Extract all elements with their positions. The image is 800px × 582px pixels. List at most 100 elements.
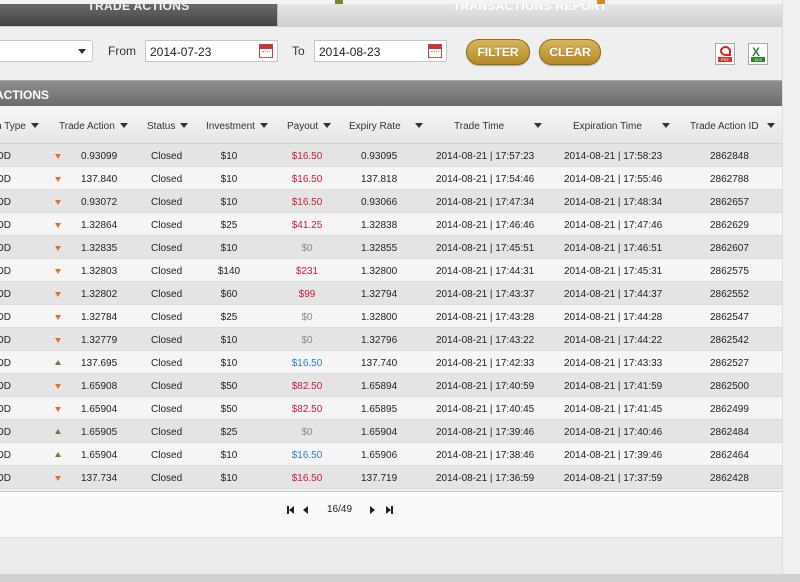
clear-button[interactable]: CLEAR [539, 39, 601, 65]
cell-trade-action-id: 2862527 [710, 358, 749, 369]
cell-status: Closed [151, 358, 183, 369]
column-header-status[interactable]: Status [147, 121, 189, 132]
calendar-icon[interactable] [259, 44, 273, 58]
cell-trade-action: 1.32864 [81, 220, 118, 231]
cell-type: OD [0, 358, 11, 369]
cell-expiry-rate: 1.32796 [361, 335, 398, 346]
column-header-expiry-rate[interactable]: Expiry Rate [349, 121, 423, 132]
page-right-margin [782, 0, 800, 582]
arrow-down-icon [55, 223, 61, 228]
table-row[interactable]: OD 1.32864 Closed $25 $41.25 1.32838 2014-08-2… [0, 213, 782, 236]
tab-label: TRADE ACTIONS [87, 4, 190, 13]
chevron-down-icon [78, 49, 86, 54]
column-header-type[interactable]: n Type [0, 121, 39, 132]
table-row[interactable]: OD 1.65904 Closed $50 $82.50 1.65895 2014-08-2… [0, 397, 782, 420]
cell-trade-action: 1.32779 [81, 335, 118, 346]
prev-page-icon[interactable] [303, 506, 308, 514]
cell-expiration-time: 2014-08-21 | 17:48:34 [564, 197, 663, 208]
table-row[interactable]: OD 137.840 Closed $10 $16.50 137.818 2014-08-2… [0, 167, 782, 190]
table-row[interactable]: OD 1.65905 Closed $25 $0 1.65904 2014-08-21 | … [0, 420, 782, 443]
cell-type: OD [0, 312, 11, 323]
column-header-trade-action[interactable]: Trade Action [59, 121, 128, 132]
cell-trade-action-id: 2862428 [710, 473, 749, 484]
tab-trade-actions[interactable]: TRADE ACTIONS [0, 4, 277, 26]
tab-transactions-report[interactable]: TRANSACTIONS REPORT [277, 4, 782, 26]
table-row[interactable]: OD 137.734 Closed $10 $16.50 137.719 2014-08-2… [0, 466, 782, 489]
cell-investment: $50 [220, 404, 238, 415]
filter-panel: From 2014-07-23 To 2014-08-23 FILTER CLE… [0, 26, 782, 80]
table-row[interactable]: OD 1.65904 Closed $10 $16.50 1.65906 2014-08-2… [0, 443, 782, 466]
table-row[interactable]: OD 0.93072 Closed $10 $16.50 0.93066 2014-08-2… [0, 190, 782, 213]
column-header-expiration-time[interactable]: Expiration Time [573, 121, 670, 132]
table-row[interactable]: OD 1.32803 Closed $140 $231 1.32800 2014-08-21… [0, 259, 782, 282]
tab-label: TRANSACTIONS REPORT [452, 4, 608, 13]
sort-arrow-icon [323, 123, 332, 128]
cell-payout: $16.50 [291, 473, 323, 484]
table-row[interactable]: OD 1.32835 Closed $10 $0 1.32855 2014-08-21 | … [0, 236, 782, 259]
cell-payout: $41.25 [291, 220, 323, 231]
cell-expiry-rate: 1.65906 [361, 450, 398, 461]
table-header: n Type Trade Action Status Investment Pa… [0, 106, 782, 144]
cell-trade-time: 2014-08-21 | 17:57:23 [436, 151, 535, 162]
cell-trade-action: 1.32784 [81, 312, 118, 323]
sort-arrow-icon [180, 123, 189, 128]
cell-status: Closed [151, 151, 183, 162]
table-row[interactable]: OD 137.695 Closed $10 $16.50 137.740 2014-08-2… [0, 351, 782, 374]
cell-payout: $16.50 [291, 197, 323, 208]
pdf-icon[interactable]: PDF [715, 43, 735, 65]
cell-investment: $10 [220, 473, 238, 484]
column-header-trade-time[interactable]: Trade Time [454, 121, 543, 132]
filter-button[interactable]: FILTER [466, 39, 530, 65]
pagination: 16/49 [280, 500, 400, 520]
table-row[interactable]: OD 1.32779 Closed $10 $0 1.32796 2014-08-21 | … [0, 328, 782, 351]
cell-type: OD [0, 289, 11, 300]
cell-expiration-time: 2014-08-21 | 17:44:22 [564, 335, 663, 346]
cell-type: OD [0, 197, 11, 208]
cell-trade-action: 137.840 [81, 174, 118, 185]
cell-investment: $10 [220, 358, 238, 369]
excel-icon[interactable]: X XLS [748, 43, 768, 65]
cell-payout: $231 [295, 266, 319, 277]
cell-payout: $82.50 [291, 381, 323, 392]
arrow-down-icon [55, 476, 61, 481]
cell-trade-action: 1.32835 [81, 243, 118, 254]
cell-trade-action-id: 2862629 [710, 220, 749, 231]
cell-type: OD [0, 450, 11, 461]
cell-trade-time: 2014-08-21 | 17:47:34 [436, 197, 535, 208]
page-bottom-edge [0, 574, 800, 582]
cell-trade-time: 2014-08-21 | 17:54:46 [436, 174, 535, 185]
cell-trade-action-id: 2862657 [710, 197, 749, 208]
cell-expiration-time: 2014-08-21 | 17:44:28 [564, 312, 663, 323]
table-row[interactable]: OD 1.65908 Closed $50 $82.50 1.65894 2014-08-2… [0, 374, 782, 397]
cell-investment: $10 [220, 243, 238, 254]
cell-expiry-rate: 1.32800 [361, 312, 398, 323]
cell-trade-action-id: 2862547 [710, 312, 749, 323]
cell-investment: $25 [220, 220, 238, 231]
table-row[interactable]: OD 1.32802 Closed $60 $99 1.32794 2014-08-21 |… [0, 282, 782, 305]
arrow-down-icon [55, 246, 61, 251]
trade-actions-table: n Type Trade Action Status Investment Pa… [0, 106, 782, 492]
excel-band-label: XLS [751, 57, 765, 62]
first-page-icon[interactable] [287, 506, 294, 514]
cell-type: OD [0, 335, 11, 346]
from-date-field[interactable]: 2014-07-23 [145, 40, 278, 62]
cell-trade-time: 2014-08-21 | 17:46:46 [436, 220, 535, 231]
to-date-field[interactable]: 2014-08-23 [314, 40, 447, 62]
cell-type: OD [0, 266, 11, 277]
to-label: To [292, 44, 305, 58]
cell-status: Closed [151, 220, 183, 231]
sort-arrow-icon [766, 123, 775, 128]
cell-expiry-rate: 0.93095 [361, 151, 398, 162]
last-page-icon[interactable] [386, 506, 393, 514]
column-header-trade-action-id[interactable]: Trade Action ID [690, 121, 775, 132]
column-header-payout[interactable]: Payout [287, 121, 332, 132]
asset-select[interactable] [0, 40, 93, 62]
page-bottom-band [0, 537, 782, 574]
arrow-down-icon [55, 384, 61, 389]
column-header-investment[interactable]: Investment [206, 121, 268, 132]
cell-trade-time: 2014-08-21 | 17:40:45 [436, 404, 535, 415]
table-row[interactable]: OD 0.93099 Closed $10 $16.50 0.93095 2014-08-2… [0, 144, 782, 167]
next-page-icon[interactable] [370, 506, 375, 514]
calendar-icon[interactable] [428, 44, 442, 58]
table-row[interactable]: OD 1.32784 Closed $25 $0 1.32800 2014-08-21 | … [0, 305, 782, 328]
